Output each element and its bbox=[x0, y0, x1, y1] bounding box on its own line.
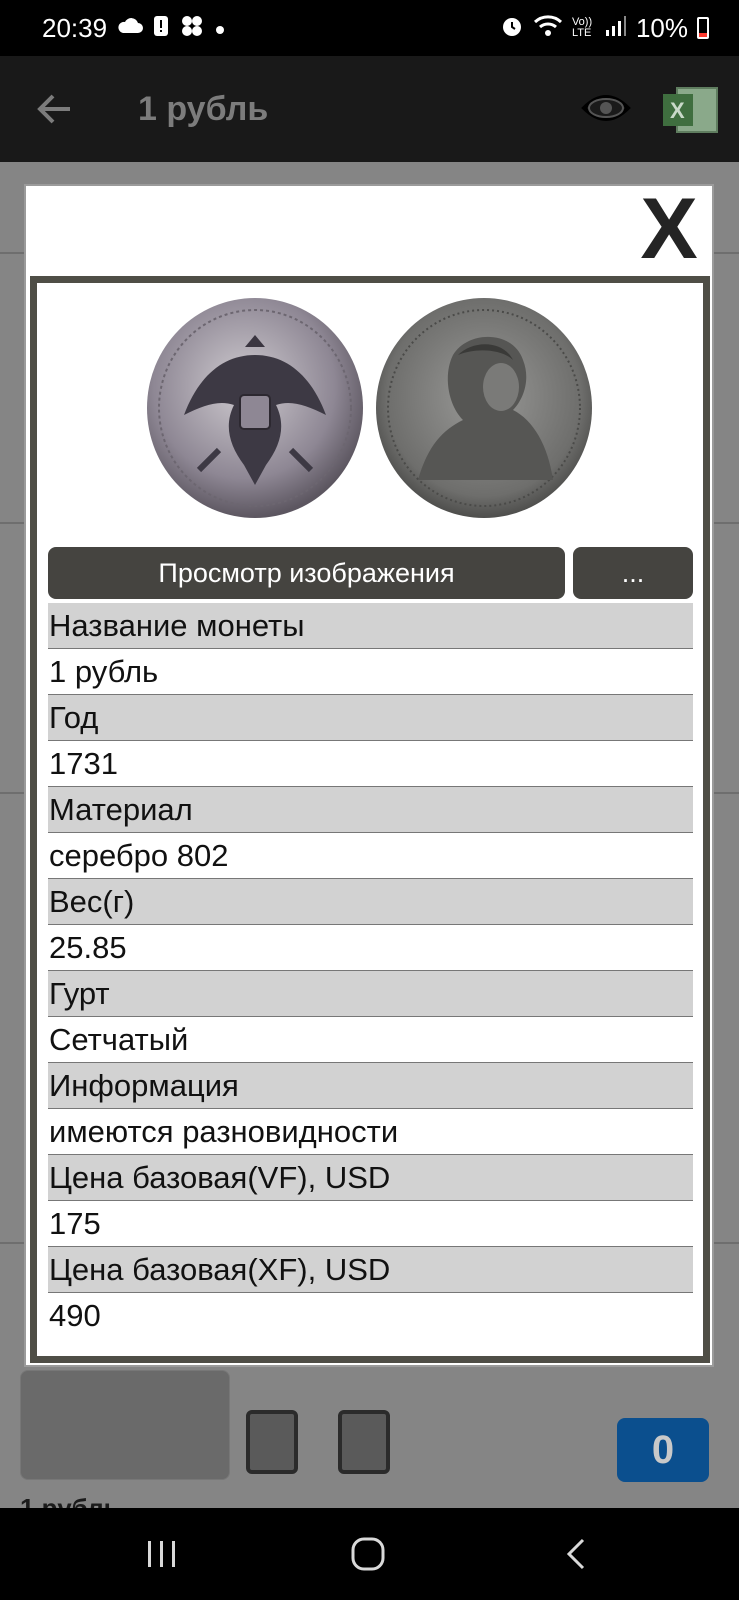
more-button[interactable]: ... bbox=[573, 547, 693, 599]
back-icon bbox=[566, 1538, 585, 1570]
wifi-icon bbox=[533, 14, 563, 42]
recents-button[interactable] bbox=[132, 1526, 192, 1582]
field-label-material: Материал bbox=[48, 787, 693, 833]
coin-obverse-image[interactable] bbox=[144, 295, 366, 521]
coin-thumbnail[interactable] bbox=[20, 1370, 230, 1480]
status-bar: 20:39 Vo)) LTE 10% bbox=[0, 0, 739, 56]
field-label-year: Год bbox=[48, 695, 693, 741]
details-panel: Просмотр изображения ... Название монеты… bbox=[30, 276, 710, 1363]
coin-details-dialog: X Просмотр изображения ... Название моне… bbox=[24, 184, 714, 1367]
eye-icon[interactable] bbox=[581, 88, 631, 128]
home-icon bbox=[351, 1537, 385, 1571]
status-time: 20:39 bbox=[42, 12, 108, 43]
document-icon[interactable] bbox=[338, 1410, 390, 1474]
alarm-icon bbox=[500, 14, 524, 42]
close-icon: X bbox=[640, 181, 698, 277]
field-label-name: Название монеты bbox=[48, 603, 693, 649]
app-icon bbox=[179, 14, 205, 42]
field-value-price-vf: 175 bbox=[48, 1201, 693, 1247]
field-value-material: серебро 802 bbox=[48, 833, 693, 879]
actions-row: Просмотр изображения ... bbox=[48, 547, 693, 599]
field-label-price-xf: Цена базовая(XF), USD bbox=[48, 1247, 693, 1293]
counter-badge[interactable]: 0 bbox=[617, 1418, 709, 1482]
volte-icon: Vo)) LTE bbox=[571, 16, 593, 39]
field-value-weight: 25.85 bbox=[48, 925, 693, 971]
excel-icon[interactable]: X bbox=[661, 84, 721, 136]
dot-icon bbox=[215, 17, 225, 39]
recents-icon bbox=[148, 1541, 175, 1567]
field-value-edge: Сетчатый bbox=[48, 1017, 693, 1063]
home-button[interactable] bbox=[338, 1526, 398, 1582]
battery-percent: 10% bbox=[635, 12, 688, 43]
battery-icon bbox=[697, 17, 709, 39]
field-value-year: 1731 bbox=[48, 741, 693, 787]
details-table: Название монеты 1 рубль Год 1731 Материа… bbox=[48, 603, 693, 1339]
field-label-edge: Гурт bbox=[48, 971, 693, 1017]
view-image-button[interactable]: Просмотр изображения bbox=[48, 547, 565, 599]
field-label-info: Информация bbox=[48, 1063, 693, 1109]
page-title: 1 рубль bbox=[138, 89, 269, 128]
notepad-icon[interactable] bbox=[246, 1410, 298, 1474]
back-button[interactable] bbox=[546, 1526, 606, 1582]
alert-icon bbox=[153, 15, 169, 41]
field-label-price-vf: Цена базовая(VF), USD bbox=[48, 1155, 693, 1201]
field-value-name: 1 рубль bbox=[48, 649, 693, 695]
coin-images bbox=[37, 283, 703, 543]
field-value-price-xf: 490 bbox=[48, 1293, 693, 1339]
back-arrow-icon[interactable] bbox=[26, 81, 82, 137]
navigation-bar bbox=[0, 1508, 739, 1600]
close-button[interactable]: X bbox=[632, 186, 706, 272]
signal-icon bbox=[605, 15, 627, 41]
field-label-weight: Вес(г) bbox=[48, 879, 693, 925]
svg-text:X: X bbox=[670, 98, 685, 123]
coin-reverse-image[interactable] bbox=[373, 295, 595, 521]
app-bar: 1 рубль X bbox=[0, 56, 739, 162]
cloud-icon bbox=[117, 17, 144, 39]
field-value-info: имеются разновидности bbox=[48, 1109, 693, 1155]
